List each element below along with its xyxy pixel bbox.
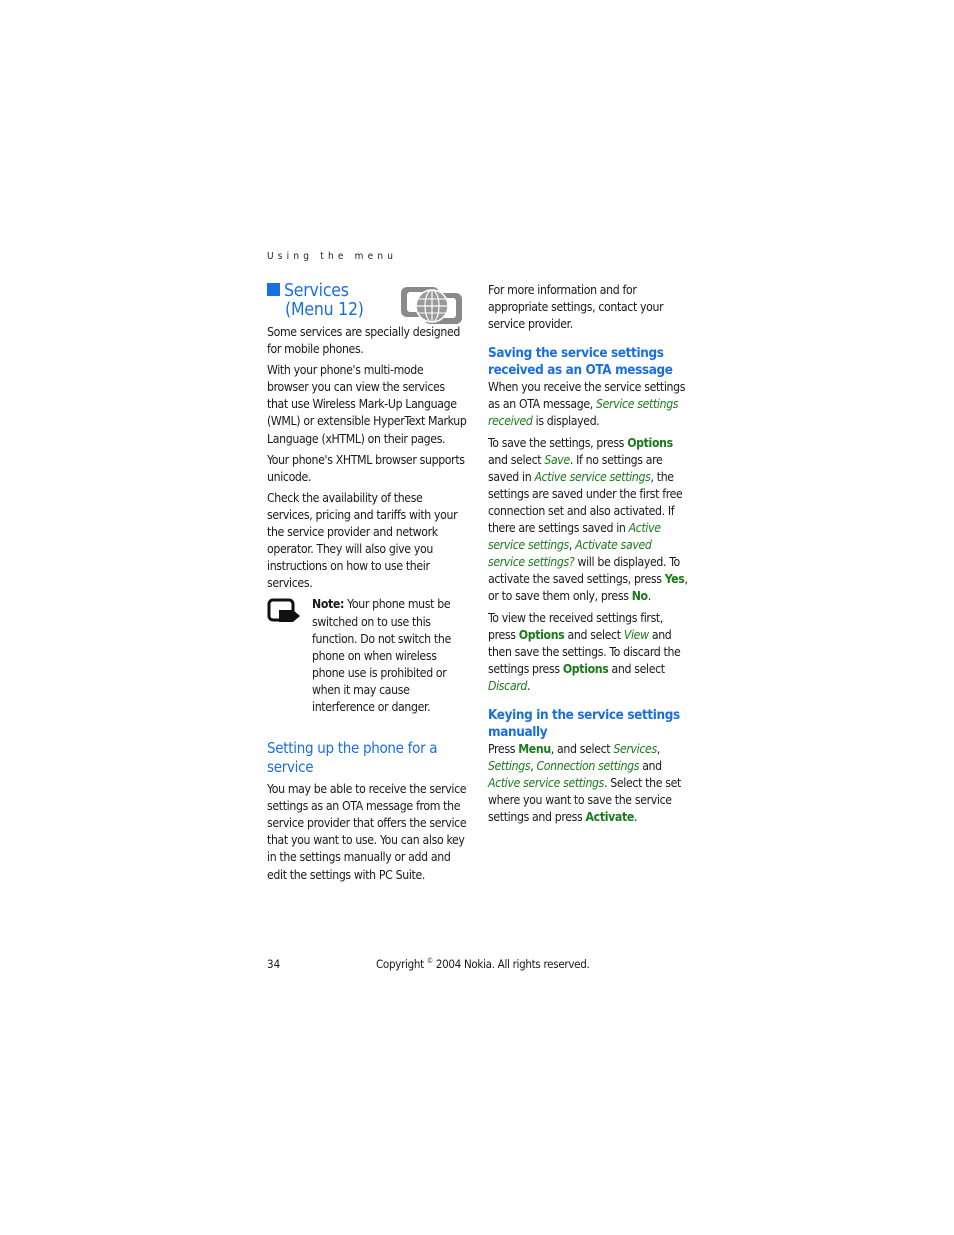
paragraph: For more information and for appropriate…: [488, 283, 664, 332]
softkey-term: Options: [627, 435, 673, 450]
softkey-term: Menu: [518, 741, 551, 756]
softkey-term: Activate: [585, 810, 635, 825]
menu-term: Save: [544, 452, 570, 467]
copyright-notice: Copyright © 2004 Nokia. All rights reser…: [376, 957, 590, 971]
menu-term: Active service settings: [488, 776, 605, 791]
menu-term: Discard: [488, 678, 527, 693]
heading-setup: Setting up the phone for a service: [267, 739, 438, 777]
paragraph: With your phone's multi-mode browser you…: [267, 363, 467, 446]
title-line-2: (Menu 12): [285, 300, 364, 320]
softkey-term: Options: [518, 627, 565, 642]
heading-saving: Saving the service settings received as …: [488, 346, 673, 379]
softkey-term: Yes: [664, 572, 685, 587]
section-title-block: Services (Menu 12): [267, 282, 467, 324]
globe-services-icon: [401, 287, 462, 324]
manual-page: Using the menu Services (Menu 12) Some s…: [0, 0, 954, 1235]
note-hand-icon: [267, 598, 300, 623]
menu-term: Active service settings: [534, 469, 651, 484]
menu-term: View: [623, 627, 649, 642]
paragraph: To save the settings, press Options and …: [488, 435, 688, 604]
note-label: Note:: [312, 597, 345, 612]
title-square-bullet-icon: [267, 283, 280, 296]
right-column: For more information and for appropriate…: [488, 282, 688, 830]
page-number: 34: [267, 957, 281, 971]
title-line-1: Services: [284, 281, 349, 301]
softkey-term: Options: [562, 661, 609, 676]
note-text: Your phone must be switched on to use th…: [312, 597, 451, 714]
paragraph: When you receive the service settings as…: [488, 380, 686, 429]
left-column: Services (Menu 12) Some services are spe…: [267, 282, 467, 888]
running-head: Using the menu: [267, 251, 398, 262]
paragraph: Press Menu, and select Services, Setting…: [488, 741, 681, 825]
menu-term: Services: [613, 741, 657, 756]
paragraph: To view the received settings first, pre…: [488, 610, 681, 693]
heading-keying: Keying in the service settings manually: [488, 707, 680, 740]
section-title: Services (Menu 12): [267, 282, 364, 320]
paragraph: You may be able to receive the service s…: [267, 782, 467, 882]
note-box: Note: Your phone must be switched on to …: [267, 596, 467, 716]
menu-term: Connection settings: [536, 759, 640, 774]
paragraph: Your phone's XHTML browser supports unic…: [267, 452, 465, 484]
paragraph: Check the availability of these services…: [267, 490, 458, 591]
paragraph: Some services are specially designed for…: [267, 325, 461, 357]
menu-term: Settings: [488, 759, 531, 774]
softkey-term: No: [631, 589, 648, 604]
